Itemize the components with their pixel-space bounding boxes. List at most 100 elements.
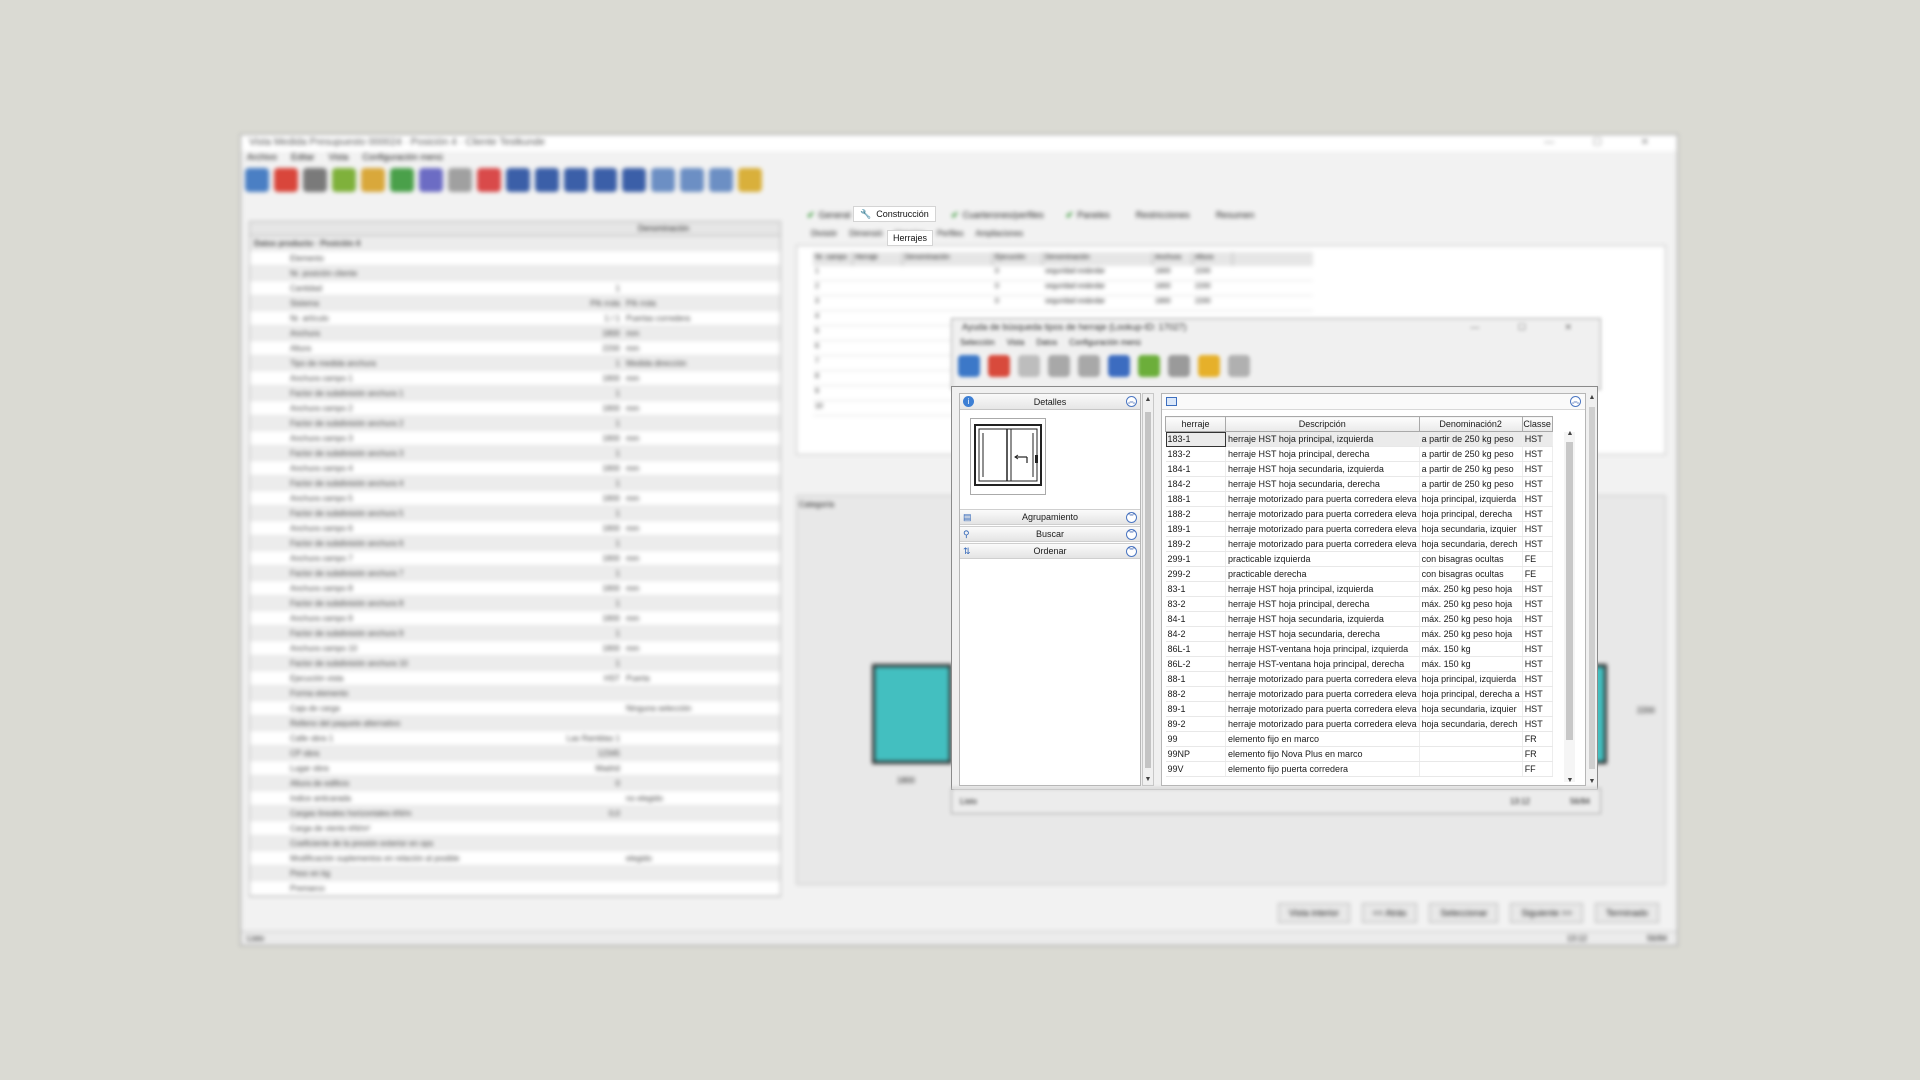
scroll-up-arrow-icon[interactable]: ▲ (1143, 396, 1153, 403)
properties-row[interactable]: Altura 2200 mm (250, 341, 780, 356)
properties-row[interactable]: Factor de subdivisión anchura 1 1 (250, 386, 780, 401)
bg-menu-item[interactable]: Configuración menú (362, 152, 443, 164)
bg-menu-item[interactable]: Editar (291, 152, 315, 164)
outer-scroll-up-icon[interactable]: ▲ (1587, 394, 1597, 401)
field-grid-row[interactable]: 3 0 seguridad estándar 1800 2200 (813, 296, 1313, 311)
table-row[interactable]: 84-1 herraje HST hoja secundaria, izquier… (1165, 611, 1553, 627)
field-grid-row[interactable]: 2 0 seguridad estándar 1800 2200 (813, 281, 1313, 296)
details-scrollbar[interactable]: ▲ ▼ (1142, 393, 1154, 786)
dialog-menu-item[interactable]: Vista (1007, 338, 1025, 350)
table-row[interactable]: 89-2 herraje motorizado para puerta corre… (1165, 716, 1553, 732)
properties-row[interactable]: Factor de subdivisión anchura 10 1 (250, 656, 780, 671)
bg-toolbar-button[interactable] (361, 168, 385, 192)
bg-menu-item[interactable]: Archivo (247, 152, 277, 164)
dialog-tool-button[interactable] (1168, 355, 1190, 377)
bg-toolbar-button[interactable] (593, 168, 617, 192)
bg-toolbar-button[interactable] (332, 168, 356, 192)
collapse-details-button[interactable]: ︽ (1126, 396, 1137, 407)
properties-row[interactable]: Anchura 1800 mm (250, 326, 780, 341)
properties-row[interactable]: Premarco (250, 881, 780, 896)
outer-scroll-down-icon[interactable]: ▼ (1587, 778, 1597, 785)
tab-5[interactable]: Resumen (1206, 208, 1261, 222)
property-value[interactable]: 1800 (550, 374, 620, 383)
subtab[interactable]: Dimensió (849, 229, 882, 238)
bg-toolbar-button[interactable] (709, 168, 733, 192)
table-row[interactable]: 189-2 herraje motorizado para puerta corr… (1165, 536, 1553, 552)
dialog-tool-button[interactable] (958, 355, 980, 377)
tab-3[interactable]: ✔ Paneles (1060, 208, 1116, 223)
property-value[interactable]: 0,0 (550, 809, 620, 818)
property-value[interactable]: Las Ramblas 1 (550, 734, 620, 743)
table-row[interactable]: 84-2 herraje HST hoja secundaria, derecha… (1165, 626, 1553, 642)
table-row[interactable]: 88-1 herraje motorizado para puerta corre… (1165, 671, 1553, 687)
table-row[interactable]: 86L-1 herraje HST-ventana hoja principal,… (1165, 641, 1553, 657)
section-agrupamiento[interactable]: ▤ Agrupamiento ︾ (960, 509, 1140, 525)
property-value[interactable]: 1800 (550, 524, 620, 533)
table-row[interactable]: 83-1 herraje HST hoja principal, izquierd… (1165, 581, 1553, 597)
tab-4[interactable]: Restricciones (1126, 208, 1196, 222)
subtab[interactable]: Divisiór (811, 229, 837, 238)
property-value[interactable]: 1 (550, 539, 620, 548)
properties-row[interactable]: Elemento (250, 251, 780, 266)
column-header-classe[interactable]: Classe (1521, 416, 1553, 432)
properties-row[interactable]: Nr. artículo 1 / 1 Puertas corredera (250, 311, 780, 326)
property-value[interactable]: 1 (550, 359, 620, 368)
properties-row[interactable]: Anchura campo 10 1800 mm (250, 641, 780, 656)
properties-row[interactable]: Caja de carga Ninguna selección (250, 701, 780, 716)
details-scroll-thumb[interactable] (1145, 412, 1151, 768)
properties-row[interactable]: Carga de viento kN/m² (250, 821, 780, 836)
properties-row[interactable]: Factor de subdivisión anchura 6 1 (250, 536, 780, 551)
dialog-tool-button[interactable] (1228, 355, 1250, 377)
column-header-denominación2[interactable]: Denominación2 (1418, 416, 1523, 432)
property-value[interactable]: 1 (550, 599, 620, 608)
bg-toolbar-button[interactable] (245, 168, 269, 192)
table-row[interactable]: 188-1 herraje motorizado para puerta corr… (1165, 491, 1553, 507)
properties-row[interactable]: Altura de edificio 0 (250, 776, 780, 791)
table-row[interactable]: 188-2 herraje motorizado para puerta corr… (1165, 506, 1553, 522)
property-value[interactable]: 1 / 1 (550, 314, 620, 323)
table-row[interactable]: 88-2 herraje motorizado para puerta corre… (1165, 686, 1553, 702)
collapse-results-button[interactable]: ︽ (1570, 396, 1581, 407)
bg-toolbar-button[interactable] (274, 168, 298, 192)
table-row[interactable]: 99NP elemento fijo Nova Plus en marco FR (1165, 746, 1553, 762)
table-row[interactable]: 89-1 herraje motorizado para puerta corre… (1165, 701, 1553, 717)
subtab-herrajes[interactable]: Herrajes (887, 230, 934, 246)
bg-toolbar-button[interactable] (477, 168, 501, 192)
properties-row[interactable]: Anchura campo 2 1800 mm (250, 401, 780, 416)
table-row[interactable]: 299-2 practicable derecha con bisagras ocu… (1165, 566, 1553, 582)
bg-toolbar-button[interactable] (535, 168, 559, 192)
table-row[interactable]: 99V elemento fijo puerta corredera FF (1165, 761, 1553, 777)
dialog-tool-button[interactable] (988, 355, 1010, 377)
dialog-tool-button[interactable] (1048, 355, 1070, 377)
outer-scroll-thumb[interactable] (1589, 407, 1595, 769)
property-value[interactable]: 0 (550, 779, 620, 788)
wizard-button[interactable]: Vista interior (1278, 903, 1350, 923)
expand-section-button[interactable]: ︾ (1126, 529, 1137, 540)
properties-row[interactable]: Modificación suplementos en relación al … (250, 851, 780, 866)
properties-row[interactable]: Anchura campo 9 1800 mm (250, 611, 780, 626)
wizard-button[interactable]: Seleccionar (1429, 903, 1499, 923)
dialog-tool-button[interactable] (1198, 355, 1220, 377)
property-value[interactable]: 2200 (550, 344, 620, 353)
results-scroll-thumb[interactable] (1566, 442, 1573, 740)
dialog-tool-button[interactable] (1108, 355, 1130, 377)
section-buscar[interactable]: ⚲ Buscar ︾ (960, 526, 1140, 542)
product-properties-grid[interactable]: Denominación Datos producto · Posición 4… (249, 221, 781, 897)
grid-view-icon[interactable] (1166, 397, 1177, 406)
bg-toolbar-button[interactable] (419, 168, 443, 192)
properties-row[interactable]: CP obra 12345 (250, 746, 780, 761)
properties-row[interactable]: Peso en kg (250, 866, 780, 881)
properties-row[interactable]: Indice anticarada no elegido (250, 791, 780, 806)
subtab[interactable]: Perfiles (937, 229, 964, 238)
properties-row[interactable]: Cantidad 1 (250, 281, 780, 296)
property-value[interactable]: Madrid (550, 764, 620, 773)
properties-row[interactable]: Factor de subdivisión anchura 4 1 (250, 476, 780, 491)
dialog-window-controls[interactable]: — ☐ ✕ (1470, 322, 1590, 333)
dialog-menu-item[interactable]: Datos (1036, 338, 1057, 350)
property-value[interactable]: 1800 (550, 584, 620, 593)
bg-toolbar-button[interactable] (390, 168, 414, 192)
dialog-tool-button[interactable] (1018, 355, 1040, 377)
properties-row[interactable]: Factor de subdivisión anchura 5 1 (250, 506, 780, 521)
bg-toolbar-button[interactable] (506, 168, 530, 192)
tab-construccion[interactable]: 🔧 Construcción (853, 206, 936, 222)
